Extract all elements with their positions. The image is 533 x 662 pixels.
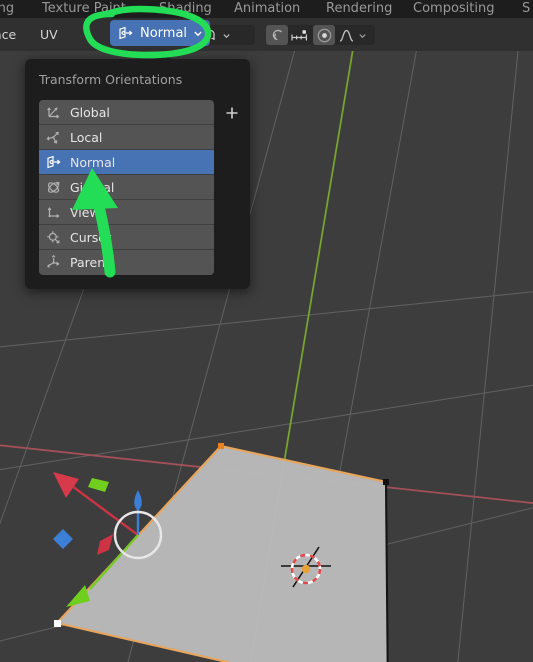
proportional-edit-icon[interactable]	[313, 25, 335, 45]
transform-orientations-popup: Transform Orientations Global Local Norm…	[25, 51, 250, 289]
snap-spiral-icon[interactable]	[266, 25, 288, 45]
orientation-item-label: Global	[70, 104, 110, 120]
orientation-local-icon	[46, 131, 59, 144]
orientation-item-label: Local	[70, 129, 103, 145]
orientation-view-icon	[47, 206, 60, 218]
orientation-item-label: Parent	[70, 255, 111, 270]
add-custom-orientation-button[interactable]	[223, 104, 241, 122]
orientation-item-label: Cursor	[70, 229, 112, 245]
proportional-edit-group	[313, 25, 375, 45]
snap-chevron-down-icon[interactable]	[222, 31, 231, 40]
plus-icon	[226, 107, 238, 119]
popup-title: Transform Orientations	[39, 72, 183, 87]
workspace-tab-shading[interactable]: Shading	[159, 0, 212, 18]
transform-orientation-dropdown-button[interactable]: Normal	[110, 20, 211, 46]
orientation-item-gimbal[interactable]: Gimbal	[39, 175, 214, 200]
smooth-falloff-icon[interactable]	[335, 25, 357, 45]
orientation-item-global[interactable]: Global	[39, 100, 214, 125]
workspace-tab-texture-paint[interactable]: Texture Paint	[42, 0, 126, 18]
popup-pointer-tail	[154, 51, 172, 60]
orientation-chevron-down-icon	[194, 31, 202, 37]
workspace-tab-0[interactable]: ing	[0, 0, 14, 18]
header-mode-label[interactable]: ace	[0, 18, 16, 51]
orientation-cursor-icon	[47, 230, 60, 243]
orientation-parent-icon	[46, 254, 60, 268]
orientation-global-icon	[47, 106, 60, 118]
workspace-tab-6[interactable]: S	[522, 0, 530, 18]
workspace-tab-compositing[interactable]: Compositing	[413, 0, 495, 18]
orientation-item-parent[interactable]: Parent	[39, 250, 214, 275]
orientation-gimbal-icon	[47, 181, 60, 193]
workspace-tab-animation[interactable]: Animation	[234, 0, 300, 18]
orientation-normal-icon	[47, 155, 61, 168]
orientation-normal-icon	[119, 26, 133, 39]
orientation-item-label: Normal	[70, 154, 116, 170]
orientation-item-label: View	[70, 204, 100, 220]
orientation-item-local[interactable]: Local	[39, 125, 214, 150]
orientation-item-cursor[interactable]: Cursor	[39, 225, 214, 250]
viewport-header: ace UV	[0, 18, 533, 51]
orientation-item-normal[interactable]: Normal	[39, 150, 214, 175]
orientation-item-label: Gimbal	[70, 179, 115, 195]
blender-window: ing Texture Paint Shading Animation Rend…	[0, 0, 533, 662]
transform-orientation-value: Normal	[140, 25, 188, 41]
workspace-tab-rendering[interactable]: Rendering	[326, 0, 392, 18]
workspace-tab-bar: ing Texture Paint Shading Animation Rend…	[0, 0, 533, 18]
proportional-chevron-down-icon[interactable]	[358, 31, 367, 40]
header-uv-menu[interactable]: UV	[40, 18, 58, 51]
snap-increment-icon[interactable]	[288, 25, 311, 45]
transform-orientations-list: Global Local Normal Gimbal View Cursor P…	[39, 100, 214, 275]
orientation-item-view[interactable]: View	[39, 200, 214, 225]
